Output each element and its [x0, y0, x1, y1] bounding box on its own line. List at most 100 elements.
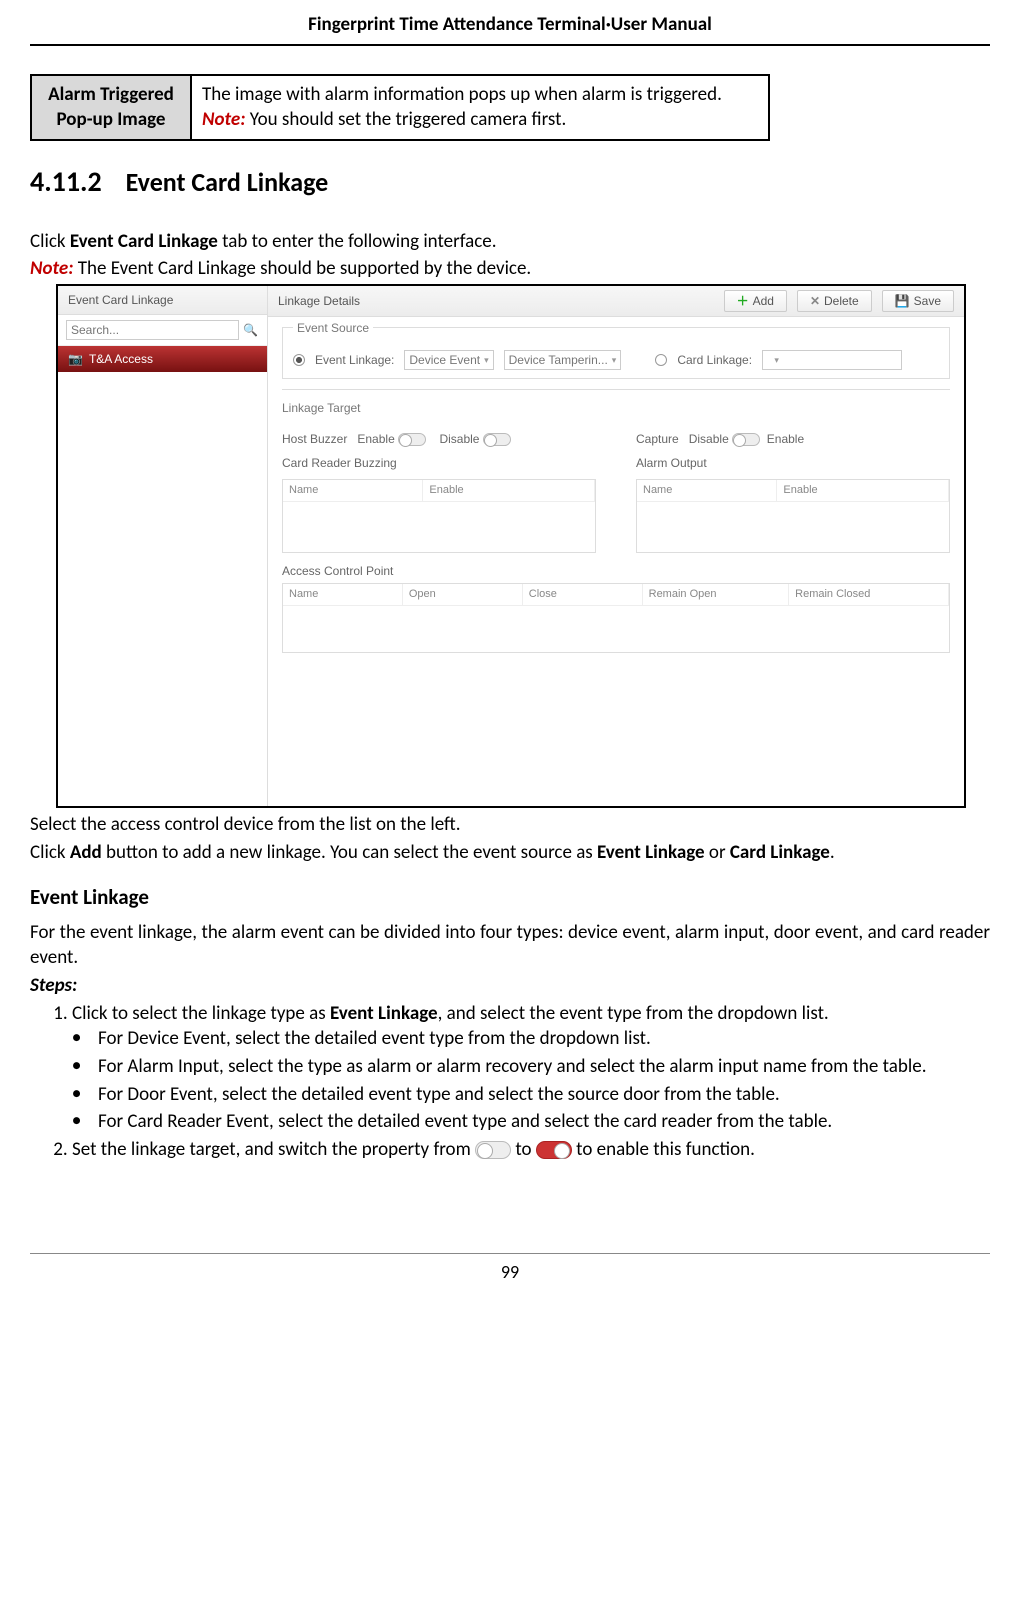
radio-card-linkage[interactable] — [655, 354, 667, 366]
note-label: Note: — [30, 257, 73, 280]
note-label: Note: — [202, 108, 245, 131]
chevron-down-icon: ▾ — [612, 354, 617, 366]
toggle-host-enable[interactable] — [398, 433, 426, 446]
th: Remain Closed — [789, 584, 949, 605]
t: or — [705, 841, 730, 864]
alarm-info-table: Alarm Triggered Pop-up Image The image w… — [30, 74, 770, 141]
t: Event Linkage — [330, 1002, 438, 1025]
access-point-table: Name Open Close Remain Open Remain Close… — [282, 583, 950, 653]
host-buzzer-row: Host Buzzer Enable Disable — [282, 431, 596, 447]
section-title: Event Card Linkage — [126, 166, 329, 198]
th: Enable — [423, 480, 595, 501]
doc-header: Fingerprint Time Attendance Terminal·Use… — [30, 0, 990, 46]
th: Close — [523, 584, 643, 605]
chevron-down-icon: ▾ — [484, 354, 489, 366]
event-linkage-label: Event Linkage: — [315, 352, 394, 368]
bullet: For Door Event, select the detailed even… — [72, 1082, 990, 1108]
bullet: For Alarm Input, select the type as alar… — [72, 1054, 990, 1080]
t: The Event Card Linkage should be support… — [73, 257, 531, 280]
t: Event Linkage — [597, 841, 705, 864]
card-reader-buzzing-label: Card Reader Buzzing — [282, 455, 596, 471]
save-button[interactable]: 💾Save — [882, 290, 954, 312]
toggle-capture-disable[interactable] — [732, 433, 760, 446]
th: Name — [637, 480, 777, 501]
sidebar-item-label: T&A Access — [89, 351, 153, 367]
alarm-output-table: NameEnable — [636, 479, 950, 553]
label: Enable — [767, 432, 804, 446]
main-header: Linkage Details ＋Add ✕Delete 💾Save — [268, 286, 964, 317]
select-event-detail[interactable]: Device Tamperin... ▾ — [504, 350, 622, 370]
divider — [282, 389, 950, 390]
t: Click — [30, 841, 70, 864]
t: . — [830, 841, 835, 864]
add-button[interactable]: ＋Add — [724, 290, 787, 312]
alarm-output-label: Alarm Output — [636, 455, 950, 471]
chevron-down-icon: ▾ — [774, 354, 779, 366]
th: Remain Open — [643, 584, 790, 605]
step1-bullets: For Device Event, select the detailed ev… — [72, 1026, 990, 1135]
search-icon[interactable]: 🔍 — [243, 322, 259, 338]
delete-button[interactable]: ✕Delete — [797, 290, 872, 312]
label: Disable — [689, 432, 729, 446]
t: to — [515, 1138, 536, 1161]
event-linkage-desc: For the event linkage, the alarm event c… — [30, 920, 990, 971]
th: Enable — [777, 480, 949, 501]
event-linkage-heading: Event Linkage — [30, 883, 990, 911]
step-1: Click to select the linkage type as Even… — [72, 1001, 990, 1135]
alarm-desc-cell: The image with alarm information pops up… — [191, 75, 769, 140]
t: , and select the event type from the dro… — [438, 1002, 829, 1025]
toggle-on-icon — [536, 1141, 572, 1159]
intro-note: Note: The Event Card Linkage should be s… — [30, 256, 990, 282]
device-icon: 📷 — [68, 351, 83, 367]
access-point-label: Access Control Point — [282, 563, 950, 579]
alarm-label-l1: Alarm Triggered — [48, 83, 174, 106]
step-2: Set the linkage target, and switch the p… — [72, 1137, 990, 1163]
radio-event-linkage[interactable] — [293, 354, 305, 366]
t — [767, 352, 770, 368]
sidebar-header: Event Card Linkage — [58, 286, 267, 315]
note-text: You should set the triggered camera firs… — [245, 108, 566, 131]
th: Open — [403, 584, 523, 605]
x-icon: ✕ — [810, 293, 820, 309]
t: button to add a new linkage. You can sel… — [102, 841, 597, 864]
capture-row: Capture Disable Enable — [636, 431, 950, 447]
t: Event Card Linkage — [70, 230, 218, 253]
alarm-desc: The image with alarm information pops up… — [202, 82, 758, 108]
label: Host Buzzer — [282, 432, 347, 446]
t: tab to enter the following interface. — [218, 230, 497, 253]
label: Enable — [357, 432, 394, 446]
main-panel: Linkage Details ＋Add ✕Delete 💾Save Event… — [268, 286, 964, 806]
sidebar-item-access[interactable]: 📷 T&A Access — [58, 346, 267, 372]
event-source-row: Event Linkage: Device Event▾ Device Tamp… — [293, 350, 939, 370]
section-heading: 4.11.2 Event Card Linkage — [30, 163, 990, 201]
main-header-title: Linkage Details — [278, 293, 714, 309]
toggle-host-disable[interactable] — [483, 433, 511, 446]
label: Capture — [636, 432, 679, 446]
alarm-label-l2: Pop-up Image — [57, 108, 166, 131]
t: to enable this function. — [576, 1138, 755, 1161]
bullet: For Device Event, select the detailed ev… — [72, 1026, 990, 1052]
label: Disable — [439, 432, 479, 446]
toggle-off-icon — [475, 1141, 511, 1159]
section-number: 4.11.2 — [30, 164, 102, 199]
select-card-linkage[interactable]: ▾ — [762, 350, 902, 370]
th: Name — [283, 584, 403, 605]
steps-label: Steps: — [30, 974, 77, 997]
t: Save — [914, 293, 941, 309]
panel-title: Linkage Target — [282, 400, 950, 416]
save-icon: 💾 — [895, 293, 910, 309]
bullet: For Card Reader Event, select the detail… — [72, 1109, 990, 1135]
t: Set the linkage target, and switch the p… — [72, 1138, 475, 1161]
search-input[interactable] — [66, 320, 239, 340]
intro-p1: Click Event Card Linkage tab to enter th… — [30, 229, 990, 255]
event-source-panel: Event Source Event Linkage: Device Event… — [282, 327, 950, 379]
select-event-type[interactable]: Device Event▾ — [404, 350, 493, 370]
t: Add — [70, 841, 102, 864]
alarm-note: Note: You should set the triggered camer… — [202, 107, 758, 133]
t: Device Tamperin... — [509, 352, 608, 368]
panel-title: Event Source — [293, 320, 373, 336]
page-number: 99 — [30, 1253, 990, 1284]
t: Click to select the linkage type as — [72, 1002, 330, 1025]
plus-icon: ＋ — [737, 293, 749, 309]
search-row: 🔍 — [58, 315, 267, 346]
